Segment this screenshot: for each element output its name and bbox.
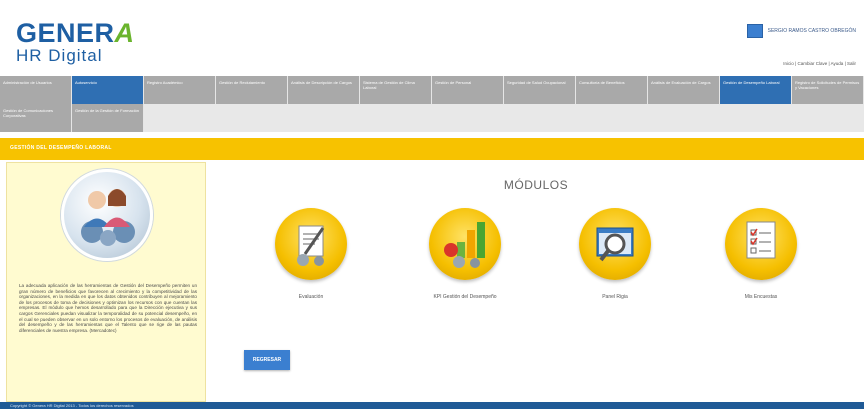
module-mis-encuestas[interactable]: Mis Encuestas: [716, 208, 806, 300]
bar-chart-icon: [429, 208, 501, 280]
module-label: Mis Encuestas: [744, 294, 778, 300]
magnifier-window-icon: [579, 208, 651, 280]
hero-people-gears-icon: [61, 169, 153, 261]
nav-item[interactable]: Análisis de Evaluación de Cargos: [648, 76, 720, 104]
main-nav: Administración de Usuarios Autoservicio …: [0, 76, 864, 104]
nav-item[interactable]: Seguridad de Salud Ocupacional: [504, 76, 576, 104]
section-title: GESTIÓN DEL DESEMPEÑO LABORAL: [10, 145, 112, 151]
user-name: SERGIO RAMOS CASTRO OBREGÓN: [767, 28, 856, 34]
module-label: KPI Gestión del Desempeño: [433, 294, 497, 300]
logo-accent-letter: A: [114, 18, 135, 48]
checklist-icon: [725, 208, 797, 280]
nav-item-active[interactable]: Autoservicio: [72, 76, 144, 104]
panel-description: La adecuada aplicación de las herramient…: [19, 283, 197, 333]
user-links[interactable]: Inicio | Cambiar Clave | Ayuda | Salir: [783, 61, 856, 66]
module-label: Evaluación: [298, 294, 324, 300]
module-kpi-gestion[interactable]: KPI Gestión del Desempeño: [420, 208, 510, 300]
module-panel-rigia[interactable]: Panel Rigia: [570, 208, 660, 300]
nav-item[interactable]: Registro Académico: [144, 76, 216, 104]
module-label: Panel Rigia: [602, 294, 628, 300]
nav-item[interactable]: Consultoría de Beneficios: [576, 76, 648, 104]
logo-subtitle: HR Digital: [16, 46, 103, 65]
sub-nav: Gestión de Comunicaciones Corporativas G…: [0, 104, 864, 132]
logo-wordmark: GENER: [16, 18, 115, 48]
nav-item[interactable]: Gestión de la Gestión de Formación: [72, 104, 144, 132]
footer-text: Copyright © Genera HR Digital 2013 - Tod…: [10, 403, 134, 408]
back-button[interactable]: REGRESAR: [244, 350, 290, 370]
info-panel: La adecuada aplicación de las herramient…: [6, 162, 206, 402]
clipboard-pen-icon: [275, 208, 347, 280]
nav-item[interactable]: Registro de Solicitudes de Permisos y Va…: [792, 76, 864, 104]
module-evaluacion[interactable]: Evaluación: [266, 208, 356, 300]
nav-item[interactable]: Administración de Usuarios: [0, 76, 72, 104]
genera-logo[interactable]: GENERA HR Digital: [16, 20, 136, 70]
section-title-bar: GESTIÓN DEL DESEMPEÑO LABORAL: [0, 138, 864, 160]
main-content: MÓDULOS Evaluación KPI Gestión del Desem…: [208, 160, 864, 404]
modules-title: MÓDULOS: [503, 178, 569, 192]
header: GENERA HR Digital SERGIO RAMOS CASTRO OB…: [0, 0, 864, 76]
user-avatar-icon: [746, 24, 763, 38]
footer: Copyright © Genera HR Digital 2013 - Tod…: [0, 402, 864, 409]
nav-item[interactable]: Gestión de Personal: [432, 76, 504, 104]
user-box: SERGIO RAMOS CASTRO OBREGÓN: [746, 24, 856, 38]
nav-item[interactable]: Sistema de Gestión de Clima Laboral: [360, 76, 432, 104]
nav-item[interactable]: Gestión de Comunicaciones Corporativas: [0, 104, 72, 132]
nav-item-current[interactable]: Gestión de Desempeño Laboral: [720, 76, 792, 104]
nav-item[interactable]: Gestión de Reclutamiento: [216, 76, 288, 104]
nav-item[interactable]: Análisis de Descripción de Cargos: [288, 76, 360, 104]
